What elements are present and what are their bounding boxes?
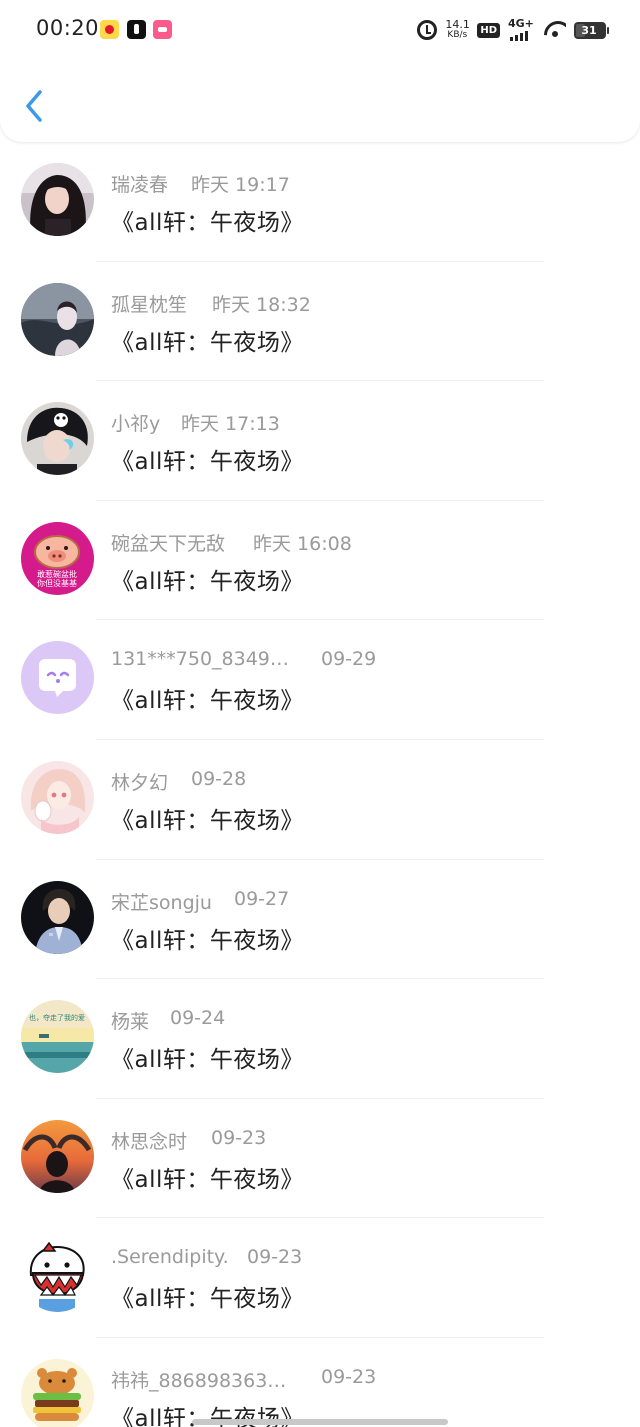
username: 杨莱 bbox=[111, 1011, 150, 1034]
avatar[interactable] bbox=[21, 282, 94, 356]
timestamp: 昨天 16:08 bbox=[253, 532, 352, 555]
list-item[interactable]: 林思念时 09-23 《all轩：午夜场》 bbox=[0, 1099, 640, 1219]
avatar[interactable] bbox=[21, 760, 94, 834]
item-meta: .Serendipity. 09-23 bbox=[111, 1246, 302, 1269]
list-item[interactable]: 林夕幻 09-28 《all轩：午夜场》 bbox=[0, 740, 640, 860]
svg-text:敢惹碗盆批: 敢惹碗盆批 bbox=[37, 569, 77, 579]
list-item[interactable]: 孤星枕笙 昨天 18:32 《all轩：午夜场》 bbox=[0, 262, 640, 382]
hd-icon: HD bbox=[477, 22, 500, 38]
item-meta: 杨莱 09-24 bbox=[111, 1007, 225, 1034]
username: 林夕幻 bbox=[111, 771, 169, 794]
back-button[interactable] bbox=[20, 86, 52, 126]
list-item[interactable]: 瑞凌春 昨天 19:17 《all轩：午夜场》 bbox=[0, 142, 640, 262]
timestamp: 昨天 17:13 bbox=[181, 413, 280, 436]
username: 宋芷songju bbox=[111, 891, 212, 914]
timestamp: 09-27 bbox=[234, 887, 290, 910]
item-meta: 瑞凌春 昨天 19:17 bbox=[111, 170, 290, 197]
list-item[interactable]: 小祁y 昨天 17:13 《all轩：午夜场》 bbox=[0, 381, 640, 501]
network-speed: 14.1 KB/s bbox=[445, 18, 470, 40]
username: 小祁y bbox=[111, 413, 161, 436]
svg-text:也，夺走了我的爱: 也，夺走了我的爱 bbox=[29, 1013, 85, 1022]
item-meta: 小祁y 昨天 17:13 bbox=[111, 409, 280, 436]
timestamp: 09-28 bbox=[191, 767, 247, 790]
list-item[interactable]: 131***750_8349… 09-29 《all轩：午夜场》 bbox=[0, 620, 640, 740]
message-text: 《all轩：午夜场》 bbox=[111, 568, 304, 595]
username: 林思念时 bbox=[111, 1130, 188, 1153]
avatar[interactable] bbox=[21, 163, 94, 236]
avatar[interactable]: 敢惹碗盆批 你但没基基 bbox=[21, 521, 94, 595]
username: 碗盆天下无敌 bbox=[111, 532, 226, 555]
timestamp: 09-24 bbox=[170, 1007, 226, 1030]
list-item[interactable]: 也，夺走了我的爱 杨莱 09-24 《all轩：午夜场》 bbox=[0, 979, 640, 1099]
timestamp: 昨天 19:17 bbox=[191, 174, 290, 196]
avatar[interactable]: 也，夺走了我的爱 bbox=[21, 1000, 94, 1074]
item-meta: 宋芷songju 09-27 bbox=[111, 888, 289, 915]
wifi-icon bbox=[544, 21, 566, 39]
message-text: 《all轩：午夜场》 bbox=[111, 688, 304, 715]
message-text: 《all轩：午夜场》 bbox=[111, 1047, 304, 1074]
chat-bubble-icon bbox=[21, 641, 94, 715]
timestamp: 09-23 bbox=[321, 1365, 377, 1388]
message-text: 《all轩：午夜场》 bbox=[111, 807, 304, 834]
avatar[interactable] bbox=[21, 1239, 94, 1313]
message-list: 瑞凌春 昨天 19:17 《all轩：午夜场》 孤星枕笙 昨天 18:32 《a… bbox=[0, 142, 640, 1427]
list-item[interactable]: 祎祎_886898363… 09-23 《all轩：午夜场》 bbox=[0, 1338, 640, 1427]
svg-text:你但没基基: 你但没基基 bbox=[37, 578, 77, 588]
message-text: 《all轩：午夜场》 bbox=[111, 1286, 304, 1313]
avatar[interactable] bbox=[21, 1119, 94, 1193]
item-meta: 林思念时 09-23 bbox=[111, 1127, 266, 1154]
username: 131***750_8349… bbox=[111, 648, 289, 671]
username: .Serendipity. bbox=[111, 1246, 229, 1269]
message-text: 《all轩：午夜场》 bbox=[111, 329, 304, 356]
alarm-icon bbox=[417, 20, 438, 40]
message-text: 《all轩：午夜场》 bbox=[111, 210, 304, 236]
list-item[interactable]: 宋芷songju 09-27 《all轩：午夜场》 bbox=[0, 860, 640, 980]
avatar[interactable] bbox=[21, 880, 94, 954]
username: 瑞凌春 bbox=[111, 174, 169, 196]
timestamp: 09-23 bbox=[211, 1126, 267, 1149]
tiktok-icon bbox=[127, 20, 146, 39]
status-bar: 00:20 14.1 KB/s HD 4G+ 31 bbox=[0, 0, 640, 60]
item-meta: 祎祎_886898363… 09-23 bbox=[111, 1366, 376, 1393]
top-bar: 00:20 14.1 KB/s HD 4G+ 31 bbox=[0, 0, 640, 142]
message-text: 《all轩：午夜场》 bbox=[111, 927, 304, 954]
username: 孤星枕笙 bbox=[111, 293, 188, 316]
avatar[interactable] bbox=[21, 1358, 94, 1427]
message-text: 《all轩：午夜场》 bbox=[111, 1166, 304, 1193]
status-time: 00:20 bbox=[36, 16, 100, 40]
timestamp: 昨天 18:32 bbox=[212, 293, 311, 316]
timestamp: 09-23 bbox=[247, 1246, 303, 1269]
home-indicator[interactable] bbox=[192, 1419, 448, 1425]
list-item[interactable]: .Serendipity. 09-23 《all轩：午夜场》 bbox=[0, 1218, 640, 1338]
list-item[interactable]: 敢惹碗盆批 你但没基基 碗盆天下无敌 昨天 16:08 《all轩：午夜场》 bbox=[0, 501, 640, 621]
timestamp: 09-29 bbox=[321, 648, 377, 671]
avatar[interactable] bbox=[21, 641, 94, 715]
signal-icon: 4G+ bbox=[508, 17, 536, 41]
item-meta: 131***750_8349… 09-29 bbox=[111, 648, 376, 671]
chevron-left-icon bbox=[26, 90, 42, 122]
lofter-icon bbox=[153, 20, 172, 39]
item-meta: 林夕幻 09-28 bbox=[111, 768, 246, 795]
avatar[interactable] bbox=[21, 402, 94, 476]
item-meta: 孤星枕笙 昨天 18:32 bbox=[111, 290, 311, 317]
weibo-icon bbox=[100, 20, 119, 39]
message-text: 《all轩：午夜场》 bbox=[111, 449, 304, 476]
battery-icon: 31 bbox=[574, 21, 609, 39]
username: 祎祎_886898363… bbox=[111, 1369, 287, 1392]
item-meta: 碗盆天下无敌 昨天 16:08 bbox=[111, 529, 352, 556]
